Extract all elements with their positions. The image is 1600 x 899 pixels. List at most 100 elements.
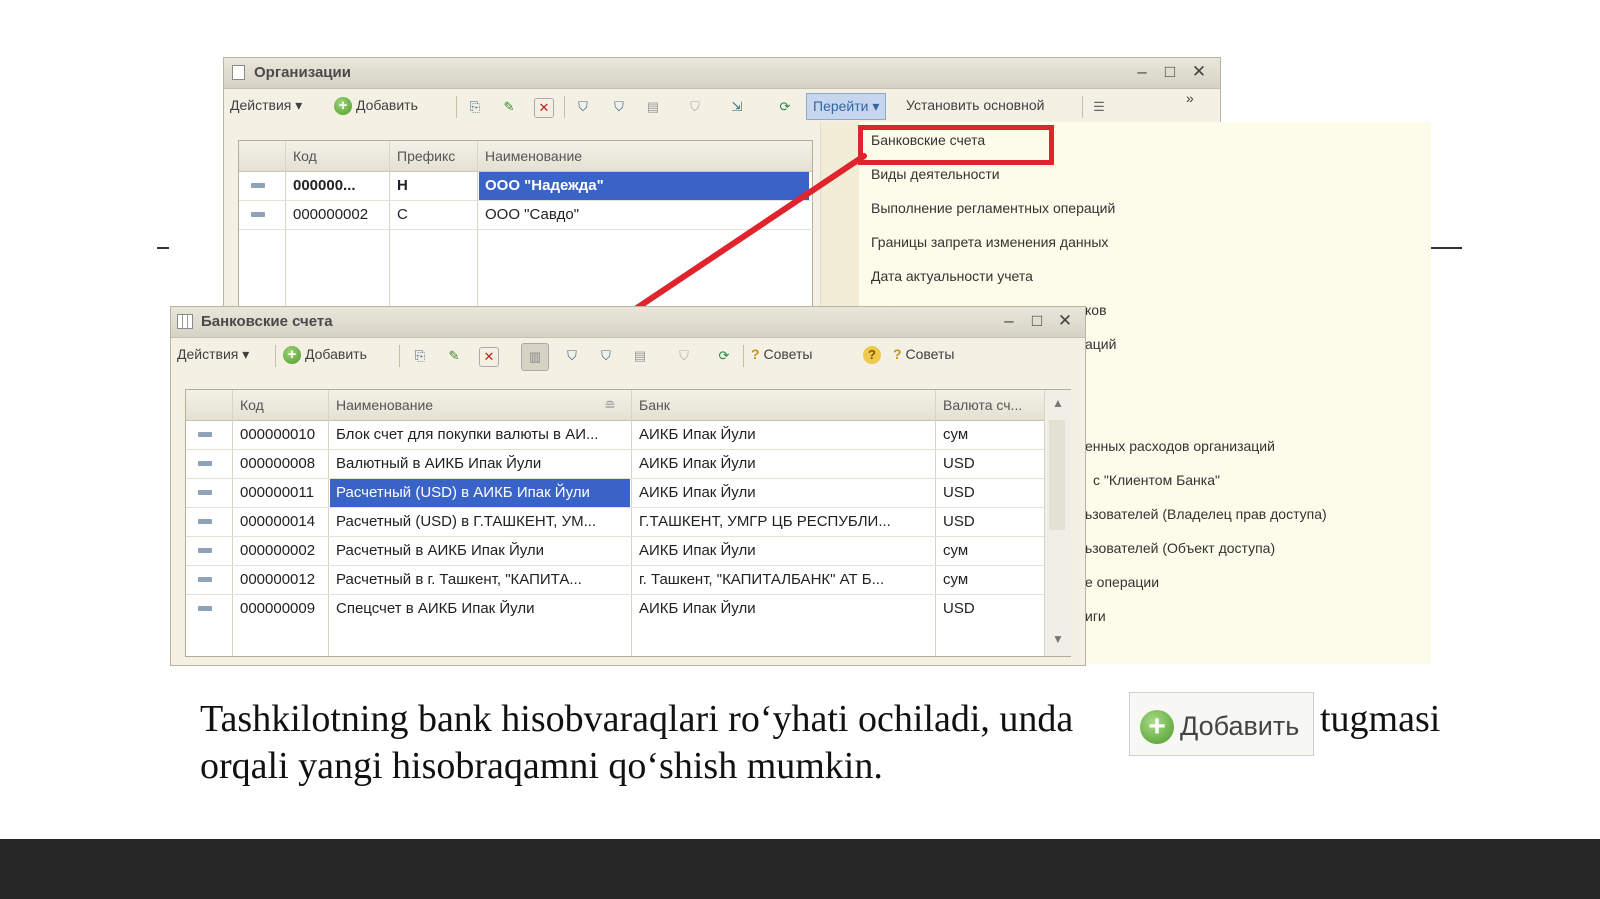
row-marker-icon [198, 432, 212, 437]
column-header-code[interactable]: Код [240, 397, 264, 413]
filter-list-icon[interactable]: ▤ [631, 347, 649, 365]
filter-select-icon[interactable]: ⛉ [610, 98, 628, 116]
menu-item-data-change-limits[interactable]: Границы запрета изменения данных [871, 234, 1108, 250]
cell-prefix: Н [397, 177, 408, 194]
cell-bank: АИКБ Ипак Йули [639, 542, 756, 559]
filter-icon[interactable]: ⛉ [563, 347, 581, 365]
plus-icon: + [334, 97, 352, 116]
table-row[interactable]: 000000009 Спецсчет в АИКБ Ипак Йули АИКБ… [186, 595, 1044, 623]
caption-add-button[interactable]: + Добавить [1129, 692, 1314, 756]
menu-item-partial[interactable]: ков [1085, 302, 1107, 318]
column-header-prefix[interactable]: Префикс [397, 148, 455, 164]
filter-off-icon[interactable]: ⛉ [675, 347, 693, 365]
menu-item-partial[interactable]: е операции [1085, 574, 1159, 590]
delete-icon[interactable]: ✕ [534, 98, 554, 118]
scroll-thumb[interactable] [1049, 420, 1065, 530]
toolbar-separator [275, 345, 276, 367]
goto-menu-button[interactable]: Перейти ▾ [806, 93, 887, 120]
tips-button[interactable]: ? Советы [751, 346, 812, 362]
table-row[interactable]: 000000011 Расчетный (USD) в АИКБ Ипак Йу… [186, 479, 1044, 508]
menu-item-partial[interactable]: иги [1085, 608, 1106, 624]
hierarchy-icon[interactable]: ▥ [521, 343, 549, 371]
minimize-icon[interactable]: – [1132, 62, 1152, 82]
refresh-icon[interactable]: ⟳ [715, 347, 733, 365]
close-icon[interactable]: ✕ [1055, 311, 1075, 331]
cell-currency: USD [943, 513, 975, 530]
maximize-icon[interactable]: □ [1160, 62, 1180, 82]
cell-code: 000000009 [240, 600, 316, 617]
organizations-toolbar: Действия ▾ + Добавить ⎘ ✎ ✕ ⛉ ⛉ ▤ ⛉ ⇲ ⟳ П… [224, 90, 1220, 122]
column-header-name[interactable]: Наименование [485, 148, 582, 164]
menu-item-activity-types[interactable]: Виды деятельности [871, 166, 1000, 182]
vertical-scrollbar[interactable]: ▲ ▼ [1044, 390, 1071, 656]
column-header-currency[interactable]: Валюта сч... [943, 397, 1022, 413]
delete-icon[interactable]: ✕ [479, 347, 499, 367]
menu-item-accounting-date[interactable]: Дата актуальности учета [871, 268, 1033, 284]
column-header-bank[interactable]: Банк [639, 397, 670, 413]
column-header-name[interactable]: Наименование [336, 397, 433, 413]
cell-code: 000000011 [240, 484, 314, 501]
close-icon[interactable]: ✕ [1189, 62, 1209, 82]
tips-button[interactable]: ? Советы [893, 346, 954, 362]
sort-icon[interactable]: ≘ [604, 397, 616, 414]
list-settings-icon[interactable]: ☰ [1090, 98, 1108, 116]
table-row[interactable]: 000000014 Расчетный (USD) в Г.ТАШКЕНТ, У… [186, 508, 1044, 537]
cell-name: Расчетный (USD) в АИКБ Ипак Йули [330, 479, 630, 507]
menu-item-partial[interactable]: ьзователей (Объект доступа) [1085, 540, 1275, 556]
actions-menu[interactable]: Действия ▾ [177, 346, 249, 363]
menu-item-scheduled-operations[interactable]: Выполнение регламентных операций [871, 200, 1115, 216]
toolbar-separator [456, 96, 457, 118]
menu-item-partial[interactable]: аций [1085, 336, 1116, 352]
cell-currency: сум [943, 426, 969, 443]
menu-item-partial[interactable]: с "Клиентом Банка" [1093, 472, 1220, 488]
table-row[interactable]: 000000008 Валютный в АИКБ Ипак Йули АИКБ… [186, 450, 1044, 479]
cell-name: Расчетный в АИКБ Ипак Йули [336, 542, 545, 559]
cell-code: 000000010 [240, 426, 316, 443]
caption-line-1-start: Tashkilotning bank hisobvaraqlari ro‘yha… [200, 698, 1074, 740]
organizations-titlebar: Организации – □ ✕ [224, 58, 1220, 89]
add-button[interactable]: + Добавить [283, 346, 367, 365]
filter-off-icon[interactable]: ⛉ [686, 98, 704, 116]
add-button[interactable]: + Добавить [334, 97, 418, 116]
column-header-code[interactable]: Код [293, 148, 317, 164]
tree-icon[interactable]: ⇲ [728, 98, 746, 116]
table-row[interactable]: 000000002 Расчетный в АИКБ Ипак Йули АИК… [186, 537, 1044, 566]
caption-line-1-end: tugmasi [1320, 698, 1441, 740]
help-icon[interactable]: ? [863, 346, 881, 364]
edit-icon[interactable]: ✎ [445, 347, 463, 365]
highlight-box [858, 125, 1054, 165]
refresh-icon[interactable]: ⟳ [776, 98, 794, 116]
table-row[interactable]: 000000012 Расчетный в г. Ташкент, "КАПИТ… [186, 566, 1044, 595]
row-marker-icon [251, 183, 265, 188]
filter-list-icon[interactable]: ▤ [644, 98, 662, 116]
add-label: Добавить [305, 346, 367, 362]
actions-menu[interactable]: Действия ▾ [230, 97, 302, 114]
filter-icon[interactable]: ⛉ [574, 98, 592, 116]
row-marker-icon [251, 212, 265, 217]
copy-icon[interactable]: ⎘ [411, 347, 429, 365]
more-chevron-icon[interactable]: » [1186, 90, 1194, 106]
table-row[interactable]: 000000010 Блок счет для покупки валюты в… [186, 421, 1044, 450]
scroll-up-icon[interactable]: ▲ [1052, 396, 1064, 410]
cell-bank: АИКБ Ипак Йули [639, 484, 756, 501]
set-main-button[interactable]: Установить основной [906, 97, 1044, 113]
copy-icon[interactable]: ⎘ [466, 98, 484, 116]
left-dash [157, 247, 169, 249]
tips-label: Советы [763, 346, 813, 362]
cell-code: 000000008 [240, 455, 316, 472]
plus-icon: + [1140, 710, 1174, 744]
row-marker-icon [198, 461, 212, 466]
filter-select-icon[interactable]: ⛉ [597, 347, 615, 365]
minimize-icon[interactable]: – [999, 311, 1019, 331]
row-marker-icon [198, 606, 212, 611]
edit-icon[interactable]: ✎ [500, 98, 518, 116]
menu-item-partial[interactable]: енных расходов организаций [1085, 438, 1275, 454]
cell-currency: USD [943, 600, 975, 617]
scroll-down-icon[interactable]: ▼ [1052, 632, 1064, 646]
menu-item-partial[interactable]: ьзователей (Владелец прав доступа) [1085, 506, 1327, 522]
maximize-icon[interactable]: □ [1027, 311, 1047, 331]
tips-label: Советы [905, 346, 955, 362]
arrow-line [619, 153, 867, 321]
row-marker-icon [198, 490, 212, 495]
document-icon [232, 65, 245, 80]
